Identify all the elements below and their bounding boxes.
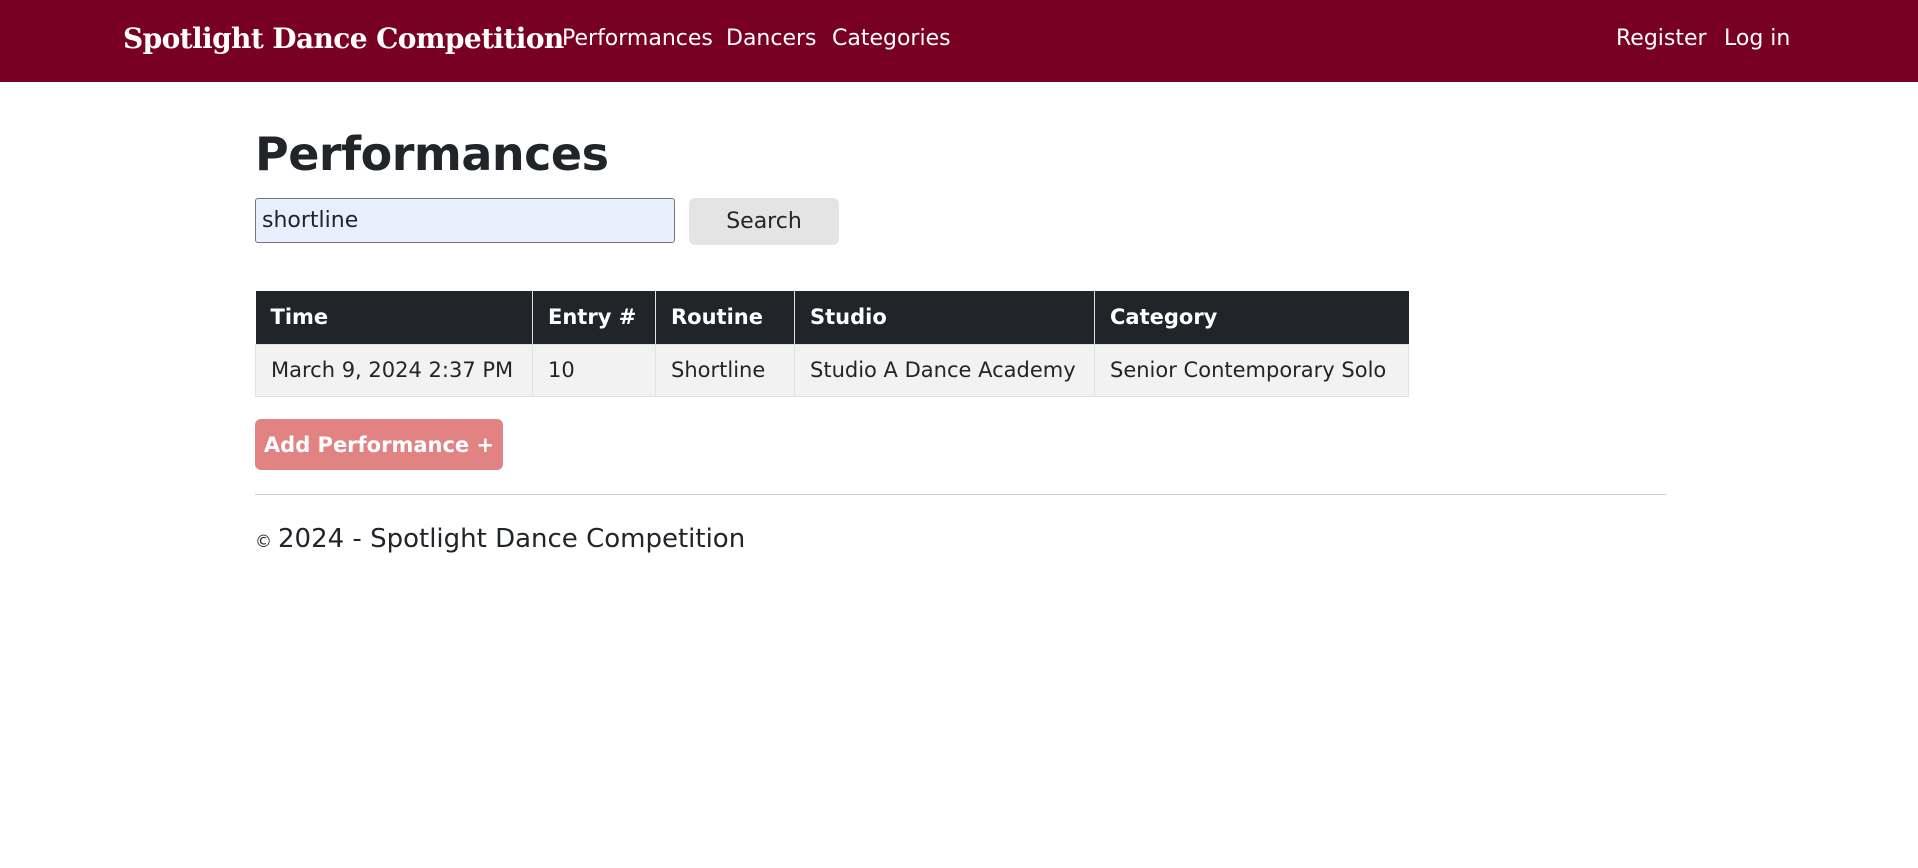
- nav-link-dancers[interactable]: Dancers: [726, 26, 817, 51]
- search-button[interactable]: Search: [689, 198, 839, 245]
- column-header-routine: Routine: [655, 291, 795, 344]
- cell-time: March 9, 2024 2:37 PM: [255, 343, 533, 397]
- add-performance-button[interactable]: Add Performance +: [255, 419, 503, 470]
- nav-link-categories[interactable]: Categories: [832, 26, 951, 51]
- nav-link-login[interactable]: Log in: [1724, 26, 1790, 51]
- copyright-icon: ©: [255, 532, 272, 552]
- cell-studio: Studio A Dance Academy: [794, 343, 1095, 397]
- column-header-time: Time: [255, 291, 533, 344]
- nav-link-register[interactable]: Register: [1616, 26, 1707, 51]
- footer-divider: [255, 494, 1666, 495]
- table-row: March 9, 2024 2:37 PM 10 Shortline Studi…: [255, 343, 1409, 397]
- search-input[interactable]: [255, 198, 675, 243]
- page-title: Performances: [255, 127, 609, 181]
- column-header-studio: Studio: [794, 291, 1095, 344]
- cell-category: Senior Contemporary Solo: [1094, 343, 1409, 397]
- performances-table: Time Entry # Routine Studio Category Mar…: [255, 291, 1409, 397]
- nav-link-performances[interactable]: Performances: [562, 26, 713, 51]
- footer-text: 2024 - Spotlight Dance Competition: [278, 524, 746, 554]
- cell-routine: Shortline: [655, 343, 795, 397]
- top-navbar: Spotlight Dance Competition Performances…: [0, 0, 1918, 82]
- brand-link[interactable]: Spotlight Dance Competition: [123, 22, 564, 55]
- cell-entry-number: 10: [532, 343, 656, 397]
- column-header-category: Category: [1094, 291, 1409, 344]
- table-header-row: Time Entry # Routine Studio Category: [255, 291, 1409, 344]
- column-header-entry: Entry #: [532, 291, 656, 344]
- footer: © 2024 - Spotlight Dance Competition: [255, 524, 745, 554]
